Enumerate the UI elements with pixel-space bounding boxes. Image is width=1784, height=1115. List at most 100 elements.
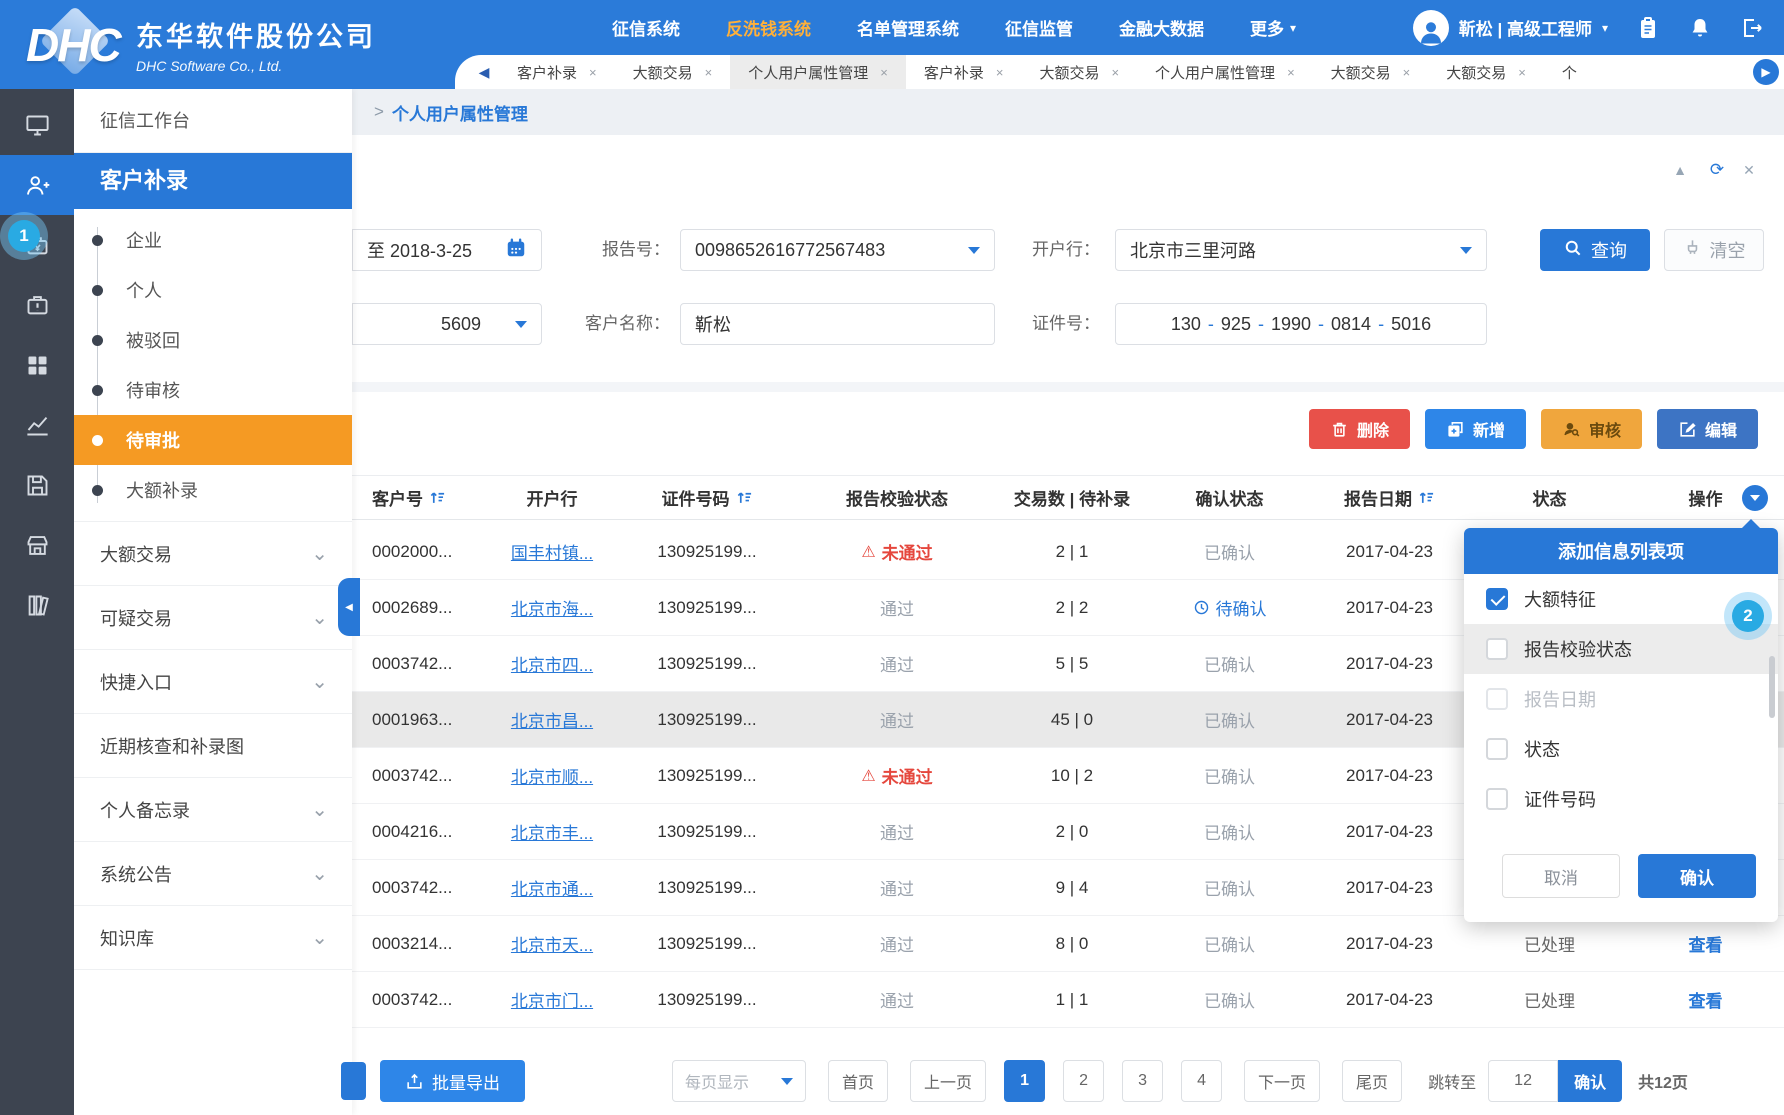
bell-icon[interactable] <box>1688 16 1712 40</box>
tab[interactable]: 客户补录 × <box>906 55 1022 89</box>
tab-close-icon[interactable]: × <box>996 65 1004 80</box>
tab[interactable]: 大额交易 × <box>1021 55 1137 89</box>
column-header-confirm-status[interactable]: 确认状态 <box>1152 485 1307 510</box>
audit-button[interactable]: 审核 <box>1541 409 1642 449</box>
user-menu[interactable]: 靳松 | 高级工程师 ▾ <box>1413 10 1608 46</box>
top-nav-item[interactable]: 征信监管 <box>1005 15 1079 40</box>
table-row[interactable]: 0003214... 北京市天... 130925199... ⚠通过 8 | … <box>352 916 1784 972</box>
sort-icon[interactable] <box>736 489 753 506</box>
sidebar-sub-item[interactable]: 大额补录 <box>74 465 352 515</box>
top-nav-item[interactable]: 名单管理系统 <box>857 15 965 40</box>
tab-close-icon[interactable]: × <box>1518 65 1526 80</box>
tab[interactable]: 大额交易 × <box>1428 55 1544 89</box>
tab-close-icon[interactable]: × <box>880 65 888 80</box>
report-no-select[interactable]: 0098652616772567483 <box>680 229 995 271</box>
alert-case-icon[interactable] <box>0 275 74 335</box>
sidebar-section-item[interactable]: 近期核查和补录图 <box>74 714 352 778</box>
top-nav-item[interactable]: 征信系统 <box>612 15 686 40</box>
jump-confirm-button[interactable]: 确认 <box>1558 1060 1622 1102</box>
tab[interactable]: 个 <box>1544 55 1607 89</box>
last-page-button[interactable]: 尾页 <box>1342 1060 1402 1102</box>
top-nav-item[interactable]: 更多 ▾ <box>1250 15 1296 40</box>
first-page-button[interactable]: 首页 <box>828 1060 888 1102</box>
table-row[interactable]: 0003742... 北京市门... 130925199... ⚠通过 1 | … <box>352 972 1784 1028</box>
clipboard-icon[interactable] <box>1636 16 1660 40</box>
logout-icon[interactable] <box>1740 16 1764 40</box>
clipped-button[interactable] <box>341 1062 366 1100</box>
sidebar-section-item[interactable]: 系统公告 ⌄ <box>74 842 352 906</box>
save-icon[interactable] <box>0 455 74 515</box>
tab-close-icon[interactable]: × <box>705 65 713 80</box>
next-page-button[interactable]: 下一页 <box>1244 1060 1320 1102</box>
tab-close-icon[interactable]: × <box>1403 65 1411 80</box>
column-header-customer-no[interactable]: 客户号 <box>352 485 492 510</box>
books-icon[interactable] <box>0 575 74 635</box>
column-option[interactable]: 报告日期 <box>1464 674 1778 724</box>
panel-refresh-icon[interactable]: ⟳ <box>1708 161 1726 179</box>
page-number-button[interactable]: 4 <box>1181 1060 1222 1102</box>
column-header-id-no[interactable]: 证件号码 <box>612 485 802 510</box>
bank-link[interactable]: 北京市天... <box>511 936 593 955</box>
grid-icon[interactable] <box>0 335 74 395</box>
checkbox-icon[interactable] <box>1486 688 1508 710</box>
date-to-field[interactable]: 至 2018-3-25 <box>352 229 542 271</box>
panel-collapse-icon[interactable]: ▲ <box>1671 161 1689 179</box>
tab[interactable]: 客户补录 × <box>499 55 615 89</box>
tab-close-icon[interactable]: × <box>1287 65 1295 80</box>
delete-button[interactable]: 删除 <box>1309 409 1410 449</box>
tabs-scroll-left-button[interactable]: ◀ <box>469 64 499 81</box>
panel-scrollbar[interactable] <box>1769 656 1775 718</box>
tab[interactable]: 大额交易 × <box>1313 55 1429 89</box>
top-nav-item[interactable]: 金融大数据 <box>1119 15 1210 40</box>
column-option[interactable]: 状态 <box>1464 724 1778 774</box>
bank-link[interactable]: 北京市顺... <box>511 768 593 787</box>
page-number-button[interactable]: 1 <box>1004 1060 1045 1102</box>
sort-icon[interactable] <box>1418 489 1435 506</box>
column-header-status[interactable]: 状态 <box>1472 485 1627 510</box>
cancel-button[interactable]: 取消 <box>1502 854 1620 898</box>
sidebar-collapse-handle[interactable]: ◀ <box>338 578 360 636</box>
tab-close-icon[interactable]: × <box>1111 65 1119 80</box>
search-button[interactable]: 查询 <box>1540 229 1650 271</box>
sidebar-item-workbench[interactable]: 征信工作台 <box>74 89 352 153</box>
monitor-icon[interactable] <box>0 95 74 155</box>
add-button[interactable]: 新增 <box>1425 409 1526 449</box>
sidebar-sub-item[interactable]: 个人 <box>74 265 352 315</box>
clear-button[interactable]: 清空 <box>1664 229 1764 271</box>
line-chart-icon[interactable] <box>0 395 74 455</box>
bank-link[interactable]: 北京市四... <box>511 656 593 675</box>
bank-link[interactable]: 北京市昌... <box>511 712 593 731</box>
sidebar-sub-item[interactable]: 被驳回 <box>74 315 352 365</box>
view-link[interactable]: 查看 <box>1689 936 1723 955</box>
tab[interactable]: 个人用户属性管理 × <box>730 55 906 89</box>
page-number-button[interactable]: 2 <box>1063 1060 1104 1102</box>
checkbox-icon[interactable] <box>1486 738 1508 760</box>
customer-no-select[interactable]: 5609 <box>352 303 542 345</box>
sidebar-section-item[interactable]: 知识库 ⌄ <box>74 906 352 970</box>
sidebar-section-item[interactable]: 大额交易 ⌄ <box>74 522 352 586</box>
sidebar-sub-item[interactable]: 待审批 <box>74 415 352 465</box>
column-option[interactable]: 证件号码 <box>1464 774 1778 824</box>
column-settings-dropdown-button[interactable] <box>1742 485 1768 511</box>
edit-button[interactable]: 编辑 <box>1657 409 1758 449</box>
bank-link[interactable]: 国丰村镇... <box>511 544 593 563</box>
batch-export-button[interactable]: 批量导出 <box>380 1060 525 1102</box>
page-size-select[interactable]: 每页显示 <box>672 1060 806 1102</box>
column-header-check-status[interactable]: 报告校验状态 <box>802 485 992 510</box>
column-header-bank[interactable]: 开户行 <box>492 485 612 510</box>
sort-icon[interactable] <box>429 489 446 506</box>
bank-link[interactable]: 北京市通... <box>511 880 593 899</box>
person-add-icon[interactable] <box>0 155 74 215</box>
jump-page-input[interactable]: 12 <box>1488 1060 1558 1102</box>
sidebar-section-item[interactable]: 可疑交易 ⌄ <box>74 586 352 650</box>
sidebar-sub-item[interactable]: 待审核 <box>74 365 352 415</box>
customer-name-input[interactable]: 靳松 <box>680 303 995 345</box>
prev-page-button[interactable]: 上一页 <box>910 1060 986 1102</box>
page-number-button[interactable]: 3 <box>1122 1060 1163 1102</box>
top-nav-item[interactable]: 反洗钱系统 <box>726 15 817 40</box>
bank-link[interactable]: 北京市丰... <box>511 824 593 843</box>
column-header-tx-count[interactable]: 交易数 | 待补录 <box>992 485 1152 510</box>
bank-link[interactable]: 北京市门... <box>511 992 593 1011</box>
checkbox-icon[interactable] <box>1486 588 1508 610</box>
sidebar-section-item[interactable]: 快捷入口 ⌄ <box>74 650 352 714</box>
